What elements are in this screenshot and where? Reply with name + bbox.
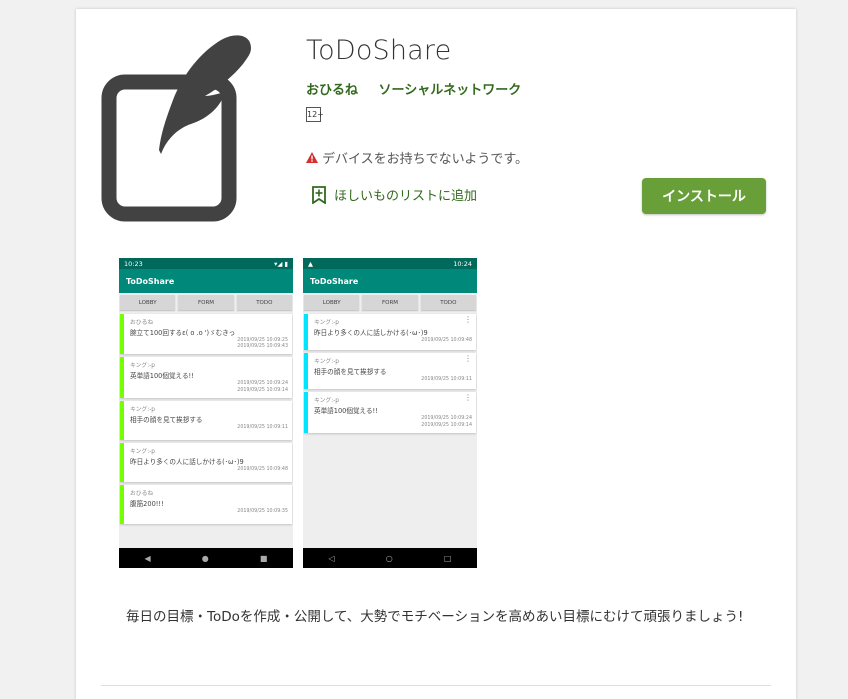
status-alert-icon: ▲ <box>308 259 313 268</box>
item-message: 腹筋200!!! <box>130 500 164 509</box>
developer-link[interactable]: おひるね <box>306 83 358 98</box>
status-icons: ▾◢ ▮ <box>274 259 288 268</box>
back-icon: ◁ <box>328 553 335 563</box>
list-item: ⋮ キング:-p 英単語100個覚える!! 2019/09/25 10:09:2… <box>304 392 476 433</box>
nav-bar: ◀ ● ■ <box>119 548 293 568</box>
tab-todo: TODO <box>236 295 292 310</box>
app-meta: おひるね ソーシャルネットワーク <box>306 79 537 98</box>
tab-bar: LOBBY FORM TODO <box>303 293 477 312</box>
content-rating-badge: 12+ <box>306 107 324 122</box>
warning-triangle-icon <box>306 152 318 163</box>
more-vert-icon: ⋮ <box>464 354 472 364</box>
divider <box>101 685 771 686</box>
back-icon: ◀ <box>144 553 151 563</box>
item-message: 相手の顔を見て挨拶する <box>314 368 387 377</box>
item-date: 2019/09/25 10:09:14 <box>237 387 288 393</box>
item-date: 2019/09/25 10:09:43 <box>237 344 288 350</box>
tab-todo: TODO <box>420 295 476 310</box>
item-date: 2019/09/25 10:09:48 <box>421 338 472 343</box>
item-message: 腕立て100回するε( o .o ')ゞむきっ <box>130 329 236 337</box>
item-user: キング:-p <box>130 363 155 370</box>
tab-form: FORM <box>362 295 418 310</box>
item-date: 2019/09/25 10:09:35 <box>237 509 288 515</box>
recents-icon: □ <box>443 553 452 563</box>
item-message: 英単語100個覚える!! <box>314 407 378 416</box>
app-bar-title: ToDoShare <box>303 269 477 293</box>
screenshot-1[interactable]: 10:23 ▾◢ ▮ ToDoShare LOBBY FORM TODO おひる… <box>119 258 293 568</box>
status-time: 10:24 <box>453 259 472 268</box>
item-user: キング:-p <box>314 359 339 366</box>
list-item: ⋮ キング:-p 昨日より多くの人に話しかける(･ω･)9 2019/09/25… <box>304 314 476 351</box>
list-item: おひるね 腹筋200!!! 2019/09/25 10:09:35 <box>120 485 292 525</box>
wishlist-label: ほしいものリストに追加 <box>334 189 478 204</box>
tab-lobby: LOBBY <box>304 295 360 310</box>
app-detail-card: ToDoShare おひるね ソーシャルネットワーク 12+ デバイスをお持ちで… <box>76 9 796 699</box>
pen-on-note-icon <box>101 35 251 222</box>
app-description: 毎日の目標・ToDoを作成・公開して、大勢でモチベーションを高めあい目標にむけて… <box>126 609 744 625</box>
item-message: 昨日より多くの人に話しかける(･ω･)9 <box>130 458 244 467</box>
status-bar: ▲ 10:24 <box>303 258 477 269</box>
list-item: おひるね 腕立て100回するε( o .o ')ゞむきっ 2019/09/25 … <box>120 314 292 355</box>
bookmark-plus-icon <box>312 185 326 204</box>
list-item: キング:-p 昨日より多くの人に話しかける(･ω･)9 2019/09/25 1… <box>120 443 292 483</box>
tab-bar: LOBBY FORM TODO <box>119 293 293 312</box>
item-user: キング:-p <box>130 449 155 456</box>
item-date: 2019/09/25 10:09:48 <box>237 467 288 473</box>
status-time: 10:23 <box>124 259 143 268</box>
more-vert-icon: ⋮ <box>464 393 472 403</box>
item-message: 相手の顔を見て挨拶する <box>130 415 203 424</box>
item-date: 2019/09/25 10:09:11 <box>237 424 288 430</box>
todo-list: おひるね 腕立て100回するε( o .o ')ゞむきっ 2019/09/25 … <box>119 312 293 525</box>
item-user: キング:-p <box>314 320 339 326</box>
app-bar-title: ToDoShare <box>119 269 293 293</box>
nav-bar: ◁ ○ □ <box>303 548 477 568</box>
home-icon: ● <box>201 553 209 563</box>
item-user: おひるね <box>130 320 154 326</box>
item-user: キング:-p <box>314 398 339 405</box>
list-item: ⋮ キング:-p 相手の顔を見て挨拶する 2019/09/25 10:09:11 <box>304 353 476 390</box>
device-warning: デバイスをお持ちでないようです。 <box>306 148 528 167</box>
todo-list: ⋮ キング:-p 昨日より多くの人に話しかける(･ω･)9 2019/09/25… <box>303 312 477 433</box>
item-user: おひるね <box>130 491 154 498</box>
app-title: ToDoShare <box>306 35 452 66</box>
home-icon: ○ <box>385 553 393 563</box>
recents-icon: ■ <box>259 553 268 563</box>
list-item: キング:-p 英単語100個覚える!! 2019/09/25 10:09:24 … <box>120 357 292 398</box>
list-item: キング:-p 相手の顔を見て挨拶する 2019/09/25 10:09:11 <box>120 400 292 441</box>
item-message: 昨日より多くの人に話しかける(･ω･)9 <box>314 329 428 337</box>
category-link[interactable]: ソーシャルネットワーク <box>379 83 522 98</box>
screenshot-2[interactable]: ▲ 10:24 ToDoShare LOBBY FORM TODO ⋮ キング:… <box>303 258 477 568</box>
item-date: 2019/09/25 10:09:11 <box>421 377 472 383</box>
install-button[interactable]: インストール <box>642 178 766 214</box>
wishlist-button[interactable]: ほしいものリストに追加 <box>312 185 477 204</box>
warning-text: デバイスをお持ちでないようです。 <box>322 152 529 167</box>
tab-form: FORM <box>178 295 234 310</box>
tab-lobby: LOBBY <box>120 295 176 310</box>
item-user: キング:-p <box>130 406 155 413</box>
more-vert-icon: ⋮ <box>464 315 472 324</box>
item-date: 2019/09/25 10:09:14 <box>421 422 472 428</box>
status-bar: 10:23 ▾◢ ▮ <box>119 258 293 269</box>
item-message: 英単語100個覚える!! <box>130 372 194 381</box>
